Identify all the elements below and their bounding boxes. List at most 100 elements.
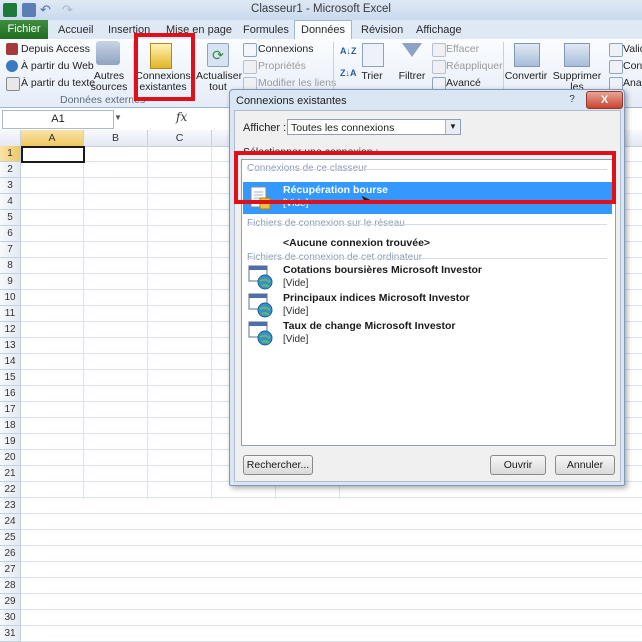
filter-icon — [402, 43, 422, 57]
row-header-19[interactable]: 19 — [0, 434, 21, 450]
tab-affichage[interactable]: Affichage — [410, 22, 468, 38]
reappliquer-button[interactable]: Réappliquer — [446, 60, 503, 72]
effacer-button[interactable]: Effacer — [446, 43, 479, 55]
refresh-icon: ⟳ — [207, 43, 229, 67]
chevron-down-icon[interactable]: ▼ — [445, 120, 460, 134]
tab-accueil[interactable]: Accueil — [52, 22, 99, 38]
consolidate-icon — [609, 60, 623, 74]
row-header-24[interactable]: 24 — [0, 514, 21, 530]
window-title: Classeur1 - Microsoft Excel — [251, 3, 391, 15]
autres-sources-label-2[interactable]: sources — [88, 81, 130, 93]
afficher-select[interactable]: Toutes les connexions — [287, 119, 461, 135]
row-header-27[interactable]: 27 — [0, 562, 21, 578]
row-header-8[interactable]: 8 — [0, 258, 21, 274]
afficher-label: Afficher : — [243, 122, 287, 134]
row-header-6[interactable]: 6 — [0, 226, 21, 242]
row-header-31[interactable]: 31 — [0, 626, 21, 642]
row-header-11[interactable]: 11 — [0, 306, 21, 322]
avance-button[interactable]: Avancé — [446, 77, 481, 89]
help-icon[interactable]: ? — [562, 93, 582, 106]
ouvrir-button[interactable]: Ouvrir — [490, 455, 546, 475]
list-item-sub: [Vide] — [283, 278, 309, 289]
connexions-existantes-dialog: Connexions existantes ? X Afficher : Tou… — [229, 89, 625, 486]
connexions-button[interactable]: Connexions — [258, 43, 313, 55]
row-header-7[interactable]: 7 — [0, 242, 21, 258]
modifier-liens-button[interactable]: Modifier les liens — [258, 77, 336, 89]
grid-row-line — [21, 529, 642, 530]
column-header-c[interactable]: C — [148, 130, 212, 147]
active-cell-a1[interactable] — [21, 146, 85, 163]
row-header-3[interactable]: 3 — [0, 178, 21, 194]
highlight-selected-connection — [234, 151, 616, 204]
row-header-23[interactable]: 23 — [0, 498, 21, 514]
name-box-dropdown-icon[interactable]: ▼ — [114, 113, 122, 122]
other-sources-icon — [96, 41, 120, 65]
consolider-button[interactable]: Conso — [623, 60, 642, 72]
row-header-21[interactable]: 21 — [0, 466, 21, 482]
list-item-title[interactable]: Principaux indices Microsoft Investor — [283, 292, 470, 304]
a-partir-du-texte-button[interactable]: À partir du texte — [21, 77, 95, 89]
validation-button[interactable]: Valid — [623, 43, 642, 55]
row-header-9[interactable]: 9 — [0, 274, 21, 290]
list-item-title[interactable]: Cotations boursières Microsoft Investor — [283, 264, 482, 276]
tab-formules[interactable]: Formules — [237, 22, 295, 38]
depuis-access-button[interactable]: Depuis Access — [21, 43, 90, 55]
row-header-16[interactable]: 16 — [0, 386, 21, 402]
tab-donnees[interactable]: Données — [294, 20, 353, 40]
access-icon — [6, 43, 18, 55]
row-header-1[interactable]: 1 — [0, 146, 21, 162]
row-header-15[interactable]: 15 — [0, 370, 21, 386]
grid-column-line — [147, 146, 148, 499]
insert-function-icon[interactable]: fx — [176, 110, 187, 124]
tab-fichier[interactable]: Fichier — [0, 20, 48, 39]
text-to-columns-icon — [514, 43, 540, 67]
row-header-20[interactable]: 20 — [0, 450, 21, 466]
name-box[interactable]: A1 — [2, 110, 114, 129]
proprietes-button[interactable]: Propriétés — [258, 60, 306, 72]
row-header-28[interactable]: 28 — [0, 578, 21, 594]
grid-row-line — [21, 593, 642, 594]
section-divider — [247, 224, 607, 225]
filtrer-button[interactable]: Filtrer — [394, 70, 430, 82]
row-header-5[interactable]: 5 — [0, 210, 21, 226]
remove-duplicates-icon — [564, 43, 590, 67]
list-item-title[interactable]: Taux de change Microsoft Investor — [283, 320, 456, 332]
web-icon — [6, 60, 18, 72]
rechercher-button[interactable]: Rechercher... — [243, 455, 313, 475]
annuler-button[interactable]: Annuler — [555, 455, 615, 475]
row-header-17[interactable]: 17 — [0, 402, 21, 418]
grid-row-line — [21, 513, 642, 514]
close-icon[interactable]: X — [586, 91, 623, 109]
select-all-corner[interactable] — [0, 130, 21, 147]
connections-icon — [243, 43, 257, 57]
row-header-10[interactable]: 10 — [0, 290, 21, 306]
row-header-14[interactable]: 14 — [0, 354, 21, 370]
no-connection-found: <Aucune connexion trouvée> — [283, 237, 431, 249]
data-validation-icon — [609, 43, 623, 57]
row-header-26[interactable]: 26 — [0, 546, 21, 562]
trier-button[interactable]: Trier — [356, 70, 388, 82]
row-header-12[interactable]: 12 — [0, 322, 21, 338]
a-partir-du-web-button[interactable]: À partir du Web — [21, 60, 94, 72]
grid-row-line — [21, 577, 642, 578]
list-item-sub: [Vide] — [283, 306, 309, 317]
tab-revision[interactable]: Révision — [355, 22, 409, 38]
row-header-18[interactable]: 18 — [0, 418, 21, 434]
grid-row-line — [21, 497, 642, 498]
row-header-13[interactable]: 13 — [0, 338, 21, 354]
row-header-30[interactable]: 30 — [0, 610, 21, 626]
list-item-sub: [Vide] — [283, 334, 309, 345]
convertir-button[interactable]: Convertir — [504, 70, 548, 82]
analyse-button[interactable]: Analy — [623, 77, 642, 89]
row-header-2[interactable]: 2 — [0, 162, 21, 178]
row-header-29[interactable]: 29 — [0, 594, 21, 610]
row-header-22[interactable]: 22 — [0, 482, 21, 498]
web-query-icon — [248, 264, 274, 290]
grid-row-line — [21, 561, 642, 562]
column-header-b[interactable]: B — [84, 130, 148, 147]
sort-za-icon[interactable]: Z↓A — [340, 68, 357, 78]
sort-az-icon[interactable]: A↓Z — [340, 46, 357, 56]
row-header-4[interactable]: 4 — [0, 194, 21, 210]
row-header-25[interactable]: 25 — [0, 530, 21, 546]
column-header-a[interactable]: A — [21, 130, 84, 147]
